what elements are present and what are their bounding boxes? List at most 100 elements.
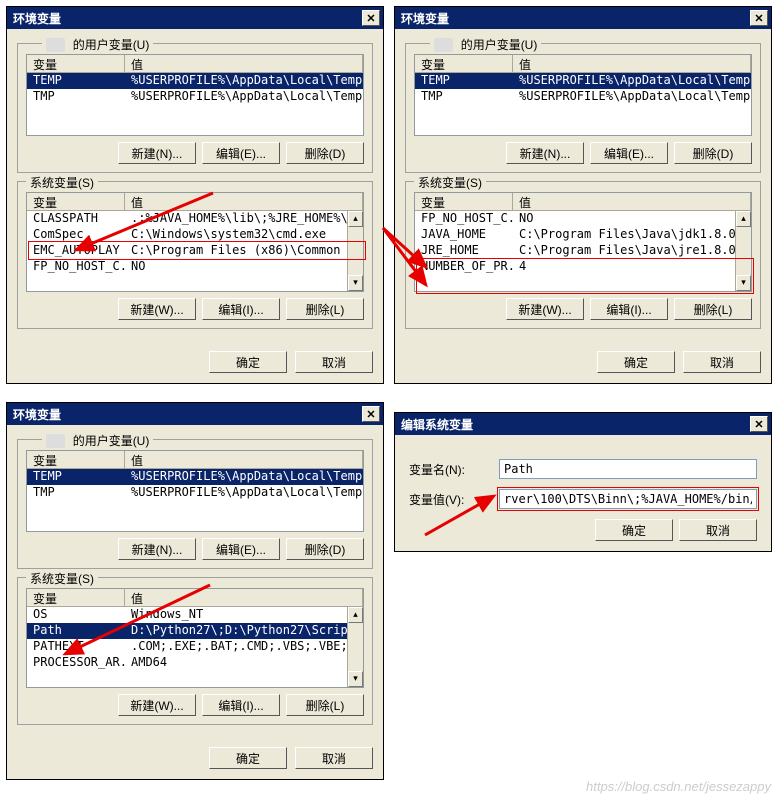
titlebar: 环境变量 ✕ xyxy=(7,7,383,29)
watermark: https://blog.csdn.net/jessezappy xyxy=(586,779,771,794)
col-val[interactable]: 值 xyxy=(125,451,363,469)
var-value-cell: AMD64 xyxy=(125,655,363,671)
var-value-cell: .COM;.EXE;.BAT;.CMD;.VBS;.VBE;... xyxy=(125,639,363,655)
new-button[interactable]: 新建(W)... xyxy=(118,298,196,320)
title-text: 编辑系统变量 xyxy=(401,416,473,433)
table-row[interactable]: TEMP%USERPROFILE%\AppData\Local\Temp xyxy=(27,73,363,89)
delete-button[interactable]: 删除(L) xyxy=(674,298,752,320)
table-row[interactable]: CLASSPATH.;%JAVA_HOME%\lib\;%JRE_HOME%\l… xyxy=(27,211,363,227)
scrollbar[interactable]: ▴ ▾ xyxy=(347,607,363,687)
var-value-cell: %USERPROFILE%\AppData\Local\Temp xyxy=(513,73,751,89)
col-val[interactable]: 值 xyxy=(513,55,751,73)
ok-button[interactable]: 确定 xyxy=(209,747,287,769)
close-icon[interactable]: ✕ xyxy=(750,416,768,432)
ok-button[interactable]: 确定 xyxy=(209,351,287,373)
sys-group-legend: 系统变量(S) xyxy=(26,174,98,191)
titlebar: 编辑系统变量 ✕ xyxy=(395,413,771,435)
delete-button[interactable]: 删除(D) xyxy=(286,538,364,560)
close-icon[interactable]: ✕ xyxy=(362,10,380,26)
var-value-cell: %USERPROFILE%\AppData\Local\Temp xyxy=(125,485,363,501)
new-button[interactable]: 新建(N)... xyxy=(118,538,196,560)
delete-button[interactable]: 删除(L) xyxy=(286,694,364,716)
env-dialog-2: 环境变量 ✕ 的用户变量(U) 变量 值 TEMP%USERPROFILE%\A… xyxy=(394,6,772,384)
title-text: 环境变量 xyxy=(13,406,61,423)
table-row[interactable]: PATHEXT.COM;.EXE;.BAT;.CMD;.VBS;.VBE;... xyxy=(27,639,363,655)
delete-button[interactable]: 删除(D) xyxy=(286,142,364,164)
var-name-input[interactable] xyxy=(499,459,757,479)
close-icon[interactable]: ✕ xyxy=(750,10,768,26)
scroll-up-icon[interactable]: ▴ xyxy=(736,211,751,227)
close-icon[interactable]: ✕ xyxy=(362,406,380,422)
col-var[interactable]: 变量 xyxy=(27,55,125,73)
delete-button[interactable]: 删除(L) xyxy=(286,298,364,320)
var-name-cell: JRE_HOME xyxy=(415,243,513,259)
col-val[interactable]: 值 xyxy=(125,193,363,211)
user-vars-list[interactable]: 变量 值 TEMP%USERPROFILE%\AppData\Local\Tem… xyxy=(26,450,364,532)
table-row[interactable]: JAVA_HOMEC:\Program Files\Java\jdk1.8.0_… xyxy=(415,227,751,243)
col-var[interactable]: 变量 xyxy=(27,589,125,607)
edit-button[interactable]: 编辑(E)... xyxy=(202,142,280,164)
scroll-down-icon[interactable]: ▾ xyxy=(348,275,363,291)
table-row[interactable]: TEMP%USERPROFILE%\AppData\Local\Temp xyxy=(415,73,751,89)
table-row[interactable]: PathD:\Python27\;D:\Python27\Script... xyxy=(27,623,363,639)
sys-vars-list[interactable]: 变量 值 FP_NO_HOST_C...NOJAVA_HOMEC:\Progra… xyxy=(414,192,752,292)
title-text: 环境变量 xyxy=(13,10,61,27)
cancel-button[interactable]: 取消 xyxy=(683,351,761,373)
table-row[interactable]: NUMBER_OF_PR...4 xyxy=(415,259,751,275)
edit-button[interactable]: 编辑(E)... xyxy=(202,538,280,560)
col-var[interactable]: 变量 xyxy=(415,193,513,211)
delete-button[interactable]: 删除(D) xyxy=(674,142,752,164)
edit-button[interactable]: 编辑(I)... xyxy=(202,694,280,716)
scroll-up-icon[interactable]: ▴ xyxy=(348,607,363,623)
user-vars-list[interactable]: 变量 值 TEMP%USERPROFILE%\AppData\Local\Tem… xyxy=(26,54,364,136)
var-value-input[interactable] xyxy=(499,489,757,509)
user-vars-group: 的用户变量(U) 变量 值 TEMP%USERPROFILE%\AppData\… xyxy=(17,439,373,569)
user-group-legend: 的用户变量(U) xyxy=(430,36,541,53)
sys-vars-group: 系统变量(S) 变量 值 FP_NO_HOST_C...NOJAVA_HOMEC… xyxy=(405,181,761,329)
table-row[interactable]: TEMP%USERPROFILE%\AppData\Local\Temp xyxy=(27,469,363,485)
sys-vars-list[interactable]: 变量 值 CLASSPATH.;%JAVA_HOME%\lib\;%JRE_HO… xyxy=(26,192,364,292)
col-val[interactable]: 值 xyxy=(513,193,751,211)
scroll-up-icon[interactable]: ▴ xyxy=(348,211,363,227)
var-value-cell: C:\Program Files (x86)\Common F... xyxy=(125,243,363,259)
ok-button[interactable]: 确定 xyxy=(595,519,673,541)
table-row[interactable]: PROCESSOR_AR...AMD64 xyxy=(27,655,363,671)
col-val[interactable]: 值 xyxy=(125,55,363,73)
table-row[interactable]: TMP%USERPROFILE%\AppData\Local\Temp xyxy=(415,89,751,105)
table-row[interactable]: ComSpecC:\Windows\system32\cmd.exe xyxy=(27,227,363,243)
table-row[interactable]: JRE_HOMEC:\Program Files\Java\jre1.8.0_1… xyxy=(415,243,751,259)
var-value-cell: D:\Python27\;D:\Python27\Script... xyxy=(125,623,363,639)
cancel-button[interactable]: 取消 xyxy=(679,519,757,541)
table-row[interactable]: TMP%USERPROFILE%\AppData\Local\Temp xyxy=(27,485,363,501)
new-button[interactable]: 新建(W)... xyxy=(506,298,584,320)
titlebar: 环境变量 ✕ xyxy=(395,7,771,29)
col-var[interactable]: 变量 xyxy=(415,55,513,73)
table-row[interactable]: FP_NO_HOST_C...NO xyxy=(415,211,751,227)
var-name-cell: TMP xyxy=(415,89,513,105)
var-name-cell: EMC_AUTOPLAY xyxy=(27,243,125,259)
edit-button[interactable]: 编辑(I)... xyxy=(202,298,280,320)
edit-button[interactable]: 编辑(I)... xyxy=(590,298,668,320)
table-row[interactable]: FP_NO_HOST_C...NO xyxy=(27,259,363,275)
new-button[interactable]: 新建(W)... xyxy=(118,694,196,716)
edit-button[interactable]: 编辑(E)... xyxy=(590,142,668,164)
col-var[interactable]: 变量 xyxy=(27,193,125,211)
ok-button[interactable]: 确定 xyxy=(597,351,675,373)
cancel-button[interactable]: 取消 xyxy=(295,747,373,769)
scrollbar[interactable]: ▴ ▾ xyxy=(347,211,363,291)
scrollbar[interactable]: ▴ ▾ xyxy=(735,211,751,291)
user-vars-group: 的用户变量(U) 变量 值 TEMP%USERPROFILE%\AppData\… xyxy=(17,43,373,173)
new-button[interactable]: 新建(N)... xyxy=(118,142,196,164)
col-val[interactable]: 值 xyxy=(125,589,363,607)
table-row[interactable]: EMC_AUTOPLAYC:\Program Files (x86)\Commo… xyxy=(27,243,363,259)
scroll-down-icon[interactable]: ▾ xyxy=(348,671,363,687)
cancel-button[interactable]: 取消 xyxy=(295,351,373,373)
scroll-down-icon[interactable]: ▾ xyxy=(736,275,751,291)
user-vars-list[interactable]: 变量 值 TEMP%USERPROFILE%\AppData\Local\Tem… xyxy=(414,54,752,136)
edit-sysvar-dialog: 编辑系统变量 ✕ 变量名(N): 变量值(V): 确定 取消 xyxy=(394,412,772,552)
table-row[interactable]: OSWindows_NT xyxy=(27,607,363,623)
sys-vars-list[interactable]: 变量 值 OSWindows_NTPathD:\Python27\;D:\Pyt… xyxy=(26,588,364,688)
new-button[interactable]: 新建(N)... xyxy=(506,142,584,164)
col-var[interactable]: 变量 xyxy=(27,451,125,469)
table-row[interactable]: TMP%USERPROFILE%\AppData\Local\Temp xyxy=(27,89,363,105)
